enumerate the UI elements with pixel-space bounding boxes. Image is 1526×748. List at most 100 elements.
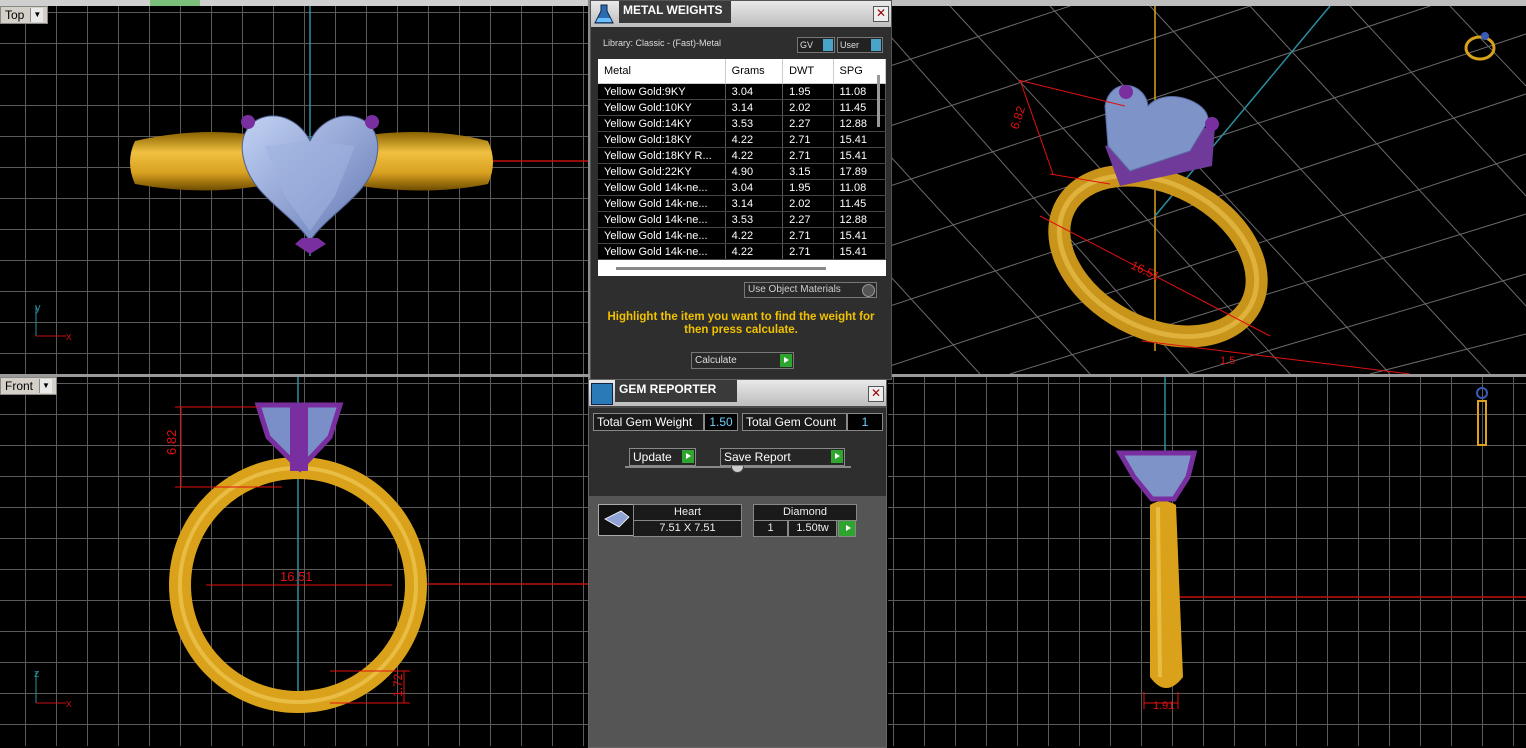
column-header[interactable]: Metal — [598, 59, 726, 84]
metal-table[interactable]: Metal Grams DWT SPG Yellow Gold:9KY 3.04 1.95… — [598, 59, 887, 276]
table-cell: 4.22 — [725, 243, 784, 260]
table-cell: 15.41 — [833, 227, 887, 244]
gem-weight: 1.50tw — [788, 520, 837, 537]
table-row[interactable]: Yellow Gold:10KY 3.14 2.02 11.45 — [598, 99, 887, 116]
table-cell: 3.15 — [782, 163, 834, 180]
gem-row-action[interactable] — [838, 520, 856, 537]
table-row[interactable]: Yellow Gold:14KY 3.53 2.27 12.88 — [598, 115, 887, 132]
table-header-row: Metal Grams DWT SPG — [598, 59, 887, 84]
panel-titlebar[interactable]: GEM REPORTER ✕ — [589, 380, 886, 406]
dim-width: 16.51 — [1129, 258, 1162, 284]
play-arrow-icon — [842, 522, 854, 535]
table-body: Yellow Gold:9KY 3.04 1.95 11.08 Yellow Gold:… — [598, 83, 887, 260]
band-left — [130, 132, 260, 191]
vertical-scrollbar[interactable] — [877, 75, 880, 127]
right-view-scene: 1.91 — [1115, 377, 1526, 712]
dim-width: 16.51 — [280, 569, 313, 584]
column-header[interactable]: Grams — [725, 59, 784, 84]
table-row[interactable]: Yellow Gold 14k-ne... 3.14 2.02 11.45 — [598, 195, 887, 212]
table-cell: Yellow Gold:22KY — [598, 163, 726, 180]
table-cell: 4.22 — [725, 131, 784, 148]
gem-reporter-icon — [591, 383, 613, 405]
toggle-user[interactable]: User — [837, 37, 883, 53]
table-cell: Yellow Gold 14k-ne... — [598, 243, 726, 260]
instruction-text: Highlight the item you want to find the … — [607, 311, 875, 336]
table-cell: Yellow Gold 14k-ne... — [598, 227, 726, 244]
update-label: Update — [633, 450, 672, 464]
table-cell: 3.53 — [725, 115, 784, 132]
calculate-button[interactable]: Calculate — [691, 352, 794, 369]
viewport-right[interactable]: 1.91 — [888, 377, 1526, 746]
column-header[interactable]: DWT — [782, 59, 834, 84]
table-cell: 2.02 — [782, 195, 834, 212]
panel-title: METAL WEIGHTS — [619, 1, 731, 23]
table-cell: 1.95 — [782, 83, 834, 100]
top-view-scene: y x — [35, 6, 588, 343]
table-row[interactable]: Yellow Gold:22KY 4.90 3.15 17.89 — [598, 163, 887, 180]
close-icon[interactable]: ✕ — [873, 6, 889, 22]
axis-x-label: x — [66, 331, 72, 343]
dim-band: 1.5 — [1220, 355, 1235, 367]
table-cell: 2.27 — [782, 115, 834, 132]
table-row[interactable]: Yellow Gold 14k-ne... 4.22 2.71 15.41 — [598, 227, 887, 244]
axis-y-label: y — [35, 302, 41, 314]
toggle-gv-label: GV — [800, 40, 814, 50]
viewport-perspective[interactable]: 6.82 16.51 1.5 — [890, 6, 1526, 374]
library-label: Library: Classic - (Fast)-Metal — [603, 38, 722, 48]
table-row[interactable]: Yellow Gold:18KY 4.22 2.71 15.41 — [598, 131, 887, 148]
save-report-button[interactable]: Save Report — [720, 448, 845, 466]
calculate-label: Calculate — [695, 355, 737, 366]
table-row[interactable]: Yellow Gold 14k-ne... 3.04 1.95 11.08 — [598, 179, 887, 196]
table-cell: 2.71 — [782, 227, 834, 244]
table-cell: 3.14 — [725, 99, 784, 116]
update-button[interactable]: Update — [629, 448, 696, 466]
table-cell: 4.22 — [725, 227, 784, 244]
table-cell: 2.71 — [782, 147, 834, 164]
use-object-materials-toggle[interactable]: Use Object Materials — [744, 282, 877, 298]
table-row[interactable]: Yellow Gold 14k-ne... 4.22 2.71 15.41 — [598, 243, 887, 260]
front-view-scene: 6.82 16.51 1.72 z x — [34, 377, 588, 713]
dim-band: 1.91 — [1153, 700, 1174, 712]
table-row[interactable]: Yellow Gold:18KY R... 4.22 2.71 15.41 — [598, 147, 887, 164]
band-right — [360, 132, 493, 191]
close-icon[interactable]: ✕ — [868, 386, 884, 402]
view-cube-icon[interactable] — [1476, 387, 1488, 446]
chevron-down-icon[interactable]: ▼ — [30, 8, 44, 22]
table-cell: 3.14 — [725, 195, 784, 212]
table-cell: 15.41 — [833, 243, 887, 260]
heart-gem-icon[interactable] — [598, 504, 634, 536]
table-cell: Yellow Gold 14k-ne... — [598, 195, 726, 212]
chevron-down-icon[interactable]: ▼ — [39, 379, 53, 393]
view-cube-icon[interactable] — [1464, 32, 1496, 61]
radio-icon — [862, 284, 875, 297]
total-gem-weight-value: 1.50 — [704, 413, 738, 431]
table-cell: 4.90 — [725, 163, 784, 180]
table-row[interactable]: Yellow Gold:9KY 3.04 1.95 11.08 — [598, 83, 887, 100]
table-cell: 3.53 — [725, 211, 784, 228]
table-row[interactable]: Yellow Gold 14k-ne... 3.53 2.27 12.88 — [598, 211, 887, 228]
dim-thickness: 1.72 — [391, 673, 405, 697]
play-arrow-icon — [780, 354, 792, 367]
viewport-top[interactable]: y x Top ▼ — [0, 6, 588, 374]
table-cell: 2.71 — [782, 243, 834, 260]
table-cell: 2.27 — [782, 211, 834, 228]
table-cell: 15.41 — [833, 147, 887, 164]
viewport-label-top[interactable]: Top ▼ — [0, 6, 49, 24]
prong — [295, 238, 326, 254]
metal-weights-panel: METAL WEIGHTS ✕ Library: Classic - (Fast… — [590, 0, 892, 380]
play-arrow-icon — [831, 450, 843, 463]
viewport-label-front[interactable]: Front ▼ — [0, 377, 58, 395]
table-cell: 2.71 — [782, 131, 834, 148]
gem-count: 1 — [753, 520, 788, 537]
table-cell: 15.41 — [833, 131, 887, 148]
panel-titlebar[interactable]: METAL WEIGHTS ✕ — [591, 1, 891, 27]
horizontal-scrollbar[interactable] — [616, 267, 826, 270]
table-cell: 12.88 — [833, 211, 887, 228]
table-cell: 2.02 — [782, 99, 834, 116]
viewport-name: Top — [5, 8, 25, 22]
table-cell: Yellow Gold:18KY — [598, 131, 726, 148]
toggle-gv[interactable]: GV — [797, 37, 835, 53]
viewport-name: Front — [5, 379, 34, 393]
viewport-front[interactable]: 6.82 16.51 1.72 z x Front ▼ — [0, 377, 588, 746]
play-arrow-icon — [682, 450, 694, 463]
